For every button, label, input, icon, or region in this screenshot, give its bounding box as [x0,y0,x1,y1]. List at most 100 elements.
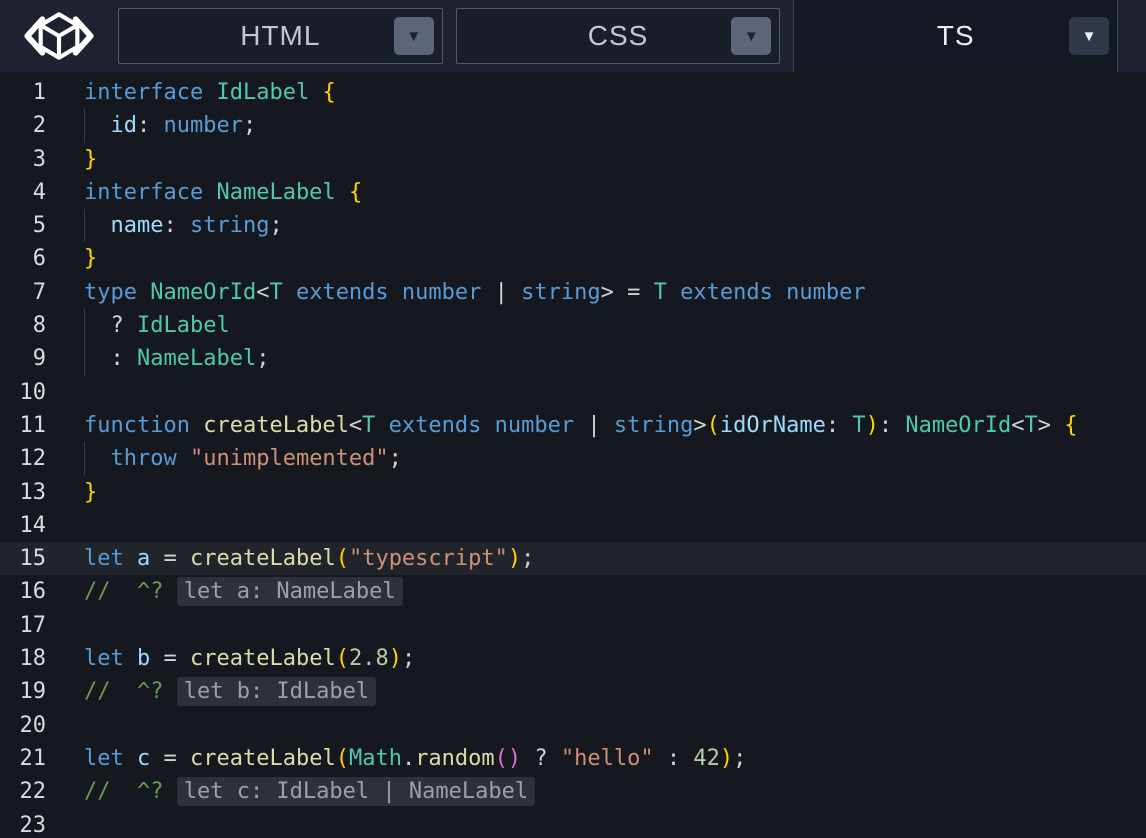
code-text: let c = createLabel(Math.random() ? "hel… [84,742,746,775]
code-token-fn: createLabel [190,746,336,771]
code-token-pl: ; [243,113,256,138]
code-token-bt: string [614,413,693,438]
code-token-b1: ( [336,646,349,671]
code-line: 1interface IdLabel { [0,76,1146,109]
tab-css[interactable]: CSS ▼ [456,8,781,64]
code-editor[interactable]: 1interface IdLabel {2 id: number;3}4inte… [0,72,1146,838]
code-token-fn: createLabel [190,646,336,671]
line-number: 12 [0,442,46,475]
chevron-down-icon: ▼ [744,29,759,44]
code-token-kw: extends [389,413,482,438]
code-line: 13} [0,476,1146,509]
tab-dropdown-button[interactable]: ▼ [731,17,771,55]
tab-bar: HTML▼CSS▼TS▼ [118,0,1146,72]
code-token-vr: id [111,113,138,138]
line-number: 7 [0,276,46,309]
code-token-pl [283,280,296,305]
code-text: // ^? let b: IdLabel [84,675,376,708]
code-line: 8 ? IdLabel [0,309,1146,342]
code-text: : NameLabel; [84,342,269,375]
code-text: type NameOrId<T extends number | string>… [84,276,866,309]
code-token-b1: } [84,480,97,505]
code-token-pl: ; [521,546,534,571]
code-line: 5 name: string; [0,209,1146,242]
code-token-pl: : [84,346,137,371]
code-token-vr: a [137,546,150,571]
code-token-st: "typescript" [349,546,508,571]
code-token-pl: ; [256,346,269,371]
code-token-nm: 42 [693,746,720,771]
code-token-pl: = [150,746,190,771]
code-token-pl: : [879,413,906,438]
code-token-pl: < [256,280,269,305]
code-text: interface IdLabel { [84,76,336,109]
code-token-pl: : [826,413,853,438]
line-number: 13 [0,476,46,509]
tab-html[interactable]: HTML▼ [118,8,443,64]
code-token-pl: . [402,746,415,771]
code-token-b1: ) [508,546,521,571]
code-token-pl [309,80,322,105]
code-token-b1: } [84,246,97,271]
code-token-bt: string [521,280,600,305]
code-token-b1: ) [389,646,402,671]
line-number: 11 [0,409,46,442]
code-text: name: string; [84,209,283,242]
code-text: function createLabel<T extends number | … [84,409,1078,442]
line-number: 6 [0,242,46,275]
tab-ts[interactable]: TS▼ [793,0,1118,72]
code-token-pl [84,113,111,138]
code-token-vr: name [111,213,164,238]
code-text: interface NameLabel { [84,176,362,209]
code-token-vr: b [137,646,150,671]
code-token-kw: let [84,646,124,671]
code-token-kw: type [84,280,137,305]
code-line: 9 : NameLabel; [0,342,1146,375]
code-line: 7 type NameOrId<T extends number | string… [0,276,1146,309]
code-token-b1: ( [336,546,349,571]
code-token-pl [124,546,137,571]
code-token-pl: = [150,546,190,571]
tab-dropdown-button[interactable]: ▼ [1069,17,1109,55]
line-number: 5 [0,209,46,242]
code-token-bt: number [495,413,574,438]
code-token-ty: NameOrId [905,413,1011,438]
line-number: 19 [0,675,46,708]
line-number: 8 [0,309,46,342]
code-token-pl: | [481,280,521,305]
code-token-b1: { [1064,413,1077,438]
code-token-pl [124,646,137,671]
code-token-pl: : [654,746,694,771]
code-token-fn: createLabel [203,413,349,438]
header-bar: HTML▼CSS▼TS▼ [0,0,1146,72]
code-token-ty: NameLabel [137,346,256,371]
code-line: 6} [0,242,1146,275]
code-token-kw: throw [111,446,177,471]
line-number: 17 [0,609,46,642]
code-text: } [84,242,97,275]
code-token-pl: : [137,113,164,138]
code-token-pl [177,446,190,471]
chevron-down-icon: ▼ [406,29,421,44]
code-token-vr: idOrName [720,413,826,438]
code-token-pl [336,180,349,205]
line-number: 20 [0,709,46,742]
code-token-st: "unimplemented" [190,446,389,471]
tab-dropdown-button[interactable]: ▼ [394,17,434,55]
code-line: 21let c = createLabel(Math.random() ? "h… [0,742,1146,775]
code-line: 18let b = createLabel(2.8); [0,642,1146,675]
code-token-bt: number [402,280,481,305]
code-token-b1: ( [336,746,349,771]
line-number: 18 [0,642,46,675]
logo[interactable] [0,0,118,72]
code-token-b1: ) [866,413,879,438]
code-token-pl: > [693,413,706,438]
code-token-kw: extends [296,280,389,305]
code-token-pl [375,413,388,438]
code-token-b1: ( [707,413,720,438]
code-line: 3} [0,143,1146,176]
line-number: 16 [0,575,46,608]
code-token-fn: createLabel [190,546,336,571]
tab-label: CSS [588,20,649,52]
code-token-ty: T [1025,413,1038,438]
